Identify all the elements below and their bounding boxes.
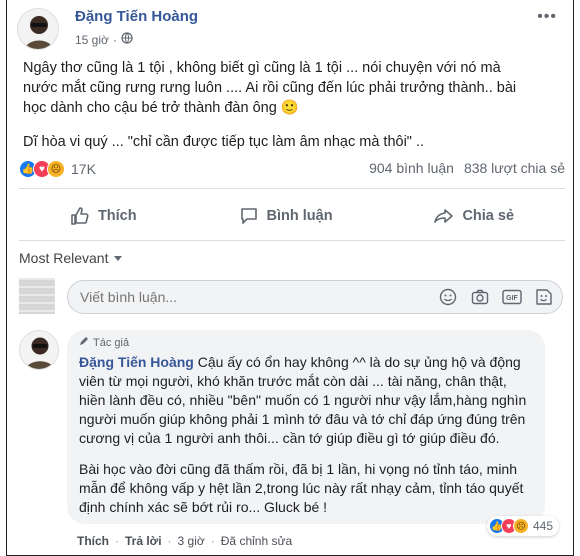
post-body: Ngây thơ cũng là 1 tội , không biết gì c… <box>23 58 533 166</box>
pencil-icon <box>79 336 89 349</box>
gif-icon[interactable]: GIF <box>502 287 522 307</box>
post-card: Đặng Tiến Hoàng 15 giờ · ••• Ngây thơ cũ… <box>6 0 574 556</box>
share-count[interactable]: 838 lượt chia sẻ <box>464 160 565 176</box>
comment-label: Bình luận <box>266 208 333 224</box>
reply-text: Đặng Tiến Hoàng Cậu ấy có ổn hay không ^… <box>79 353 533 517</box>
sort-label: Most Relevant <box>19 250 109 266</box>
caret-down-icon <box>114 255 123 261</box>
reply-reactions[interactable]: 👍 ♥ ☹ 445 <box>486 516 559 536</box>
share-label: Chia sẻ <box>462 208 515 224</box>
share-button[interactable]: Chia sẻ <box>434 196 514 236</box>
author-badge-label: Tác giả <box>93 336 130 349</box>
author-avatar[interactable] <box>17 8 59 50</box>
reply-bubble: Tác giả Đặng Tiến Hoàng Cậu ấy có ổn hay… <box>67 330 559 536</box>
reaction-count: 17K <box>71 161 96 177</box>
comment-input[interactable] <box>80 289 380 305</box>
reply-reply-link[interactable]: Trả lời <box>125 534 162 548</box>
more-options-icon[interactable]: ••• <box>537 8 557 26</box>
share-icon <box>434 206 454 226</box>
comment-button[interactable]: Bình luận <box>239 196 333 236</box>
comment-icon <box>239 206 259 226</box>
reply-author-avatar[interactable] <box>19 330 59 370</box>
comment-input-box[interactable]: GIF <box>67 280 563 314</box>
sticker-icon[interactable] <box>534 287 554 307</box>
sad-reaction-icon: ☹ <box>47 160 65 178</box>
reply-time[interactable]: 3 giờ <box>178 534 205 548</box>
reactions-summary[interactable]: 👍 ♥ ☹ 17K <box>19 160 96 178</box>
comment-count[interactable]: 904 bình luận <box>369 160 454 176</box>
reply-edited[interactable]: Đã chỉnh sửa <box>221 534 292 548</box>
divider <box>19 240 565 241</box>
thumbs-up-icon <box>70 206 90 226</box>
globe-icon <box>121 32 133 47</box>
stats-right: 904 bình luận 838 lượt chia sẻ <box>369 160 565 176</box>
comment-input-icons: GIF <box>438 287 554 307</box>
post-author-name[interactable]: Đặng Tiến Hoàng <box>75 8 198 25</box>
post-paragraph-1: Ngây thơ cũng là 1 tội , không biết gì c… <box>23 60 517 116</box>
reply-paragraph-2: Bài học vào đời cũng đã thấm rồi, đã bị … <box>79 461 524 515</box>
reply-footer: Thích · Trả lời · 3 giờ · Đã chỉnh sửa <box>77 534 293 548</box>
post-meta: 15 giờ · <box>75 32 133 47</box>
reply-author-name[interactable]: Đặng Tiến Hoàng <box>79 354 194 370</box>
comment-sort-dropdown[interactable]: Most Relevant <box>19 250 123 266</box>
reply-like-link[interactable]: Thích <box>77 534 109 548</box>
svg-text:GIF: GIF <box>506 295 518 302</box>
sad-reaction-icon: ☹ <box>512 518 529 534</box>
post-paragraph-2: Dĩ hòa vi quý ... "chỉ cần được tiếp tục… <box>23 134 425 150</box>
post-stats: 👍 ♥ ☹ 17K 904 bình luận 838 lượt chia sẻ <box>19 160 565 182</box>
author-badge: Tác giả <box>79 336 533 349</box>
post-header: Đặng Tiến Hoàng 15 giờ · ••• <box>17 8 557 52</box>
like-button[interactable]: Thích <box>70 196 137 236</box>
post-time[interactable]: 15 giờ <box>75 33 109 47</box>
post-actions: Thích Bình luận Chia sẻ <box>19 196 565 236</box>
current-user-avatar <box>19 278 55 314</box>
emoji-icon[interactable] <box>438 287 458 307</box>
reply-reaction-count: 445 <box>532 519 553 533</box>
camera-icon[interactable] <box>470 287 490 307</box>
like-label: Thích <box>97 208 137 224</box>
divider <box>19 188 565 189</box>
